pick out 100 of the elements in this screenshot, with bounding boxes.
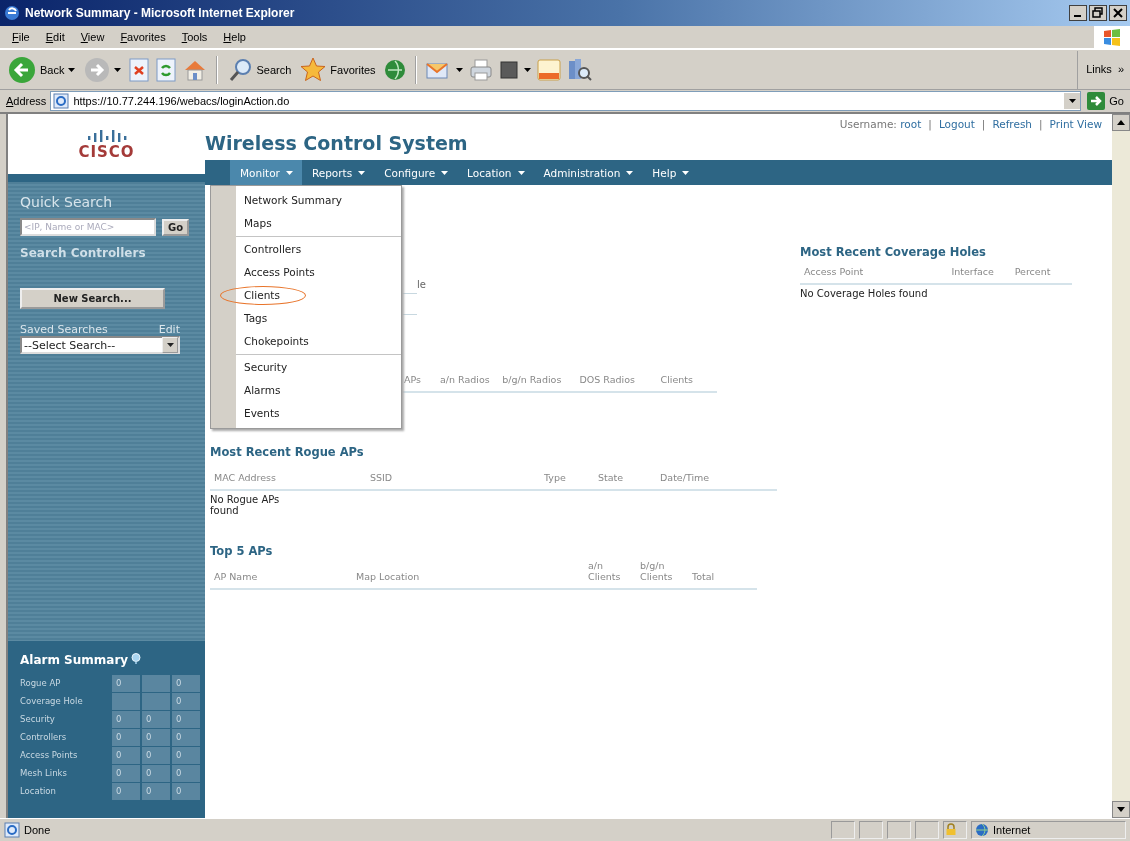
chevron-button[interactable]: » [1117,62,1124,75]
info-icon[interactable] [131,653,142,664]
menu-item[interactable]: View [72,31,113,43]
section-title: Most Recent Coverage Holes [800,245,987,259]
column-header: AP Name [213,571,259,582]
scrollbar[interactable] [1112,114,1130,818]
caret-icon [358,170,366,175]
empty-message: No Rogue APs found [210,494,281,516]
favorites-button[interactable]: Favorites [298,56,378,83]
restore-button[interactable] [1089,5,1107,21]
menu-item[interactable]: Alarms [211,379,401,402]
saved-searches-label: Saved Searches [20,323,108,336]
window-title: Network Summary - Microsoft Internet Explorer [25,6,296,20]
caret-icon [517,170,525,175]
alarm-label: Rogue AP [20,677,62,690]
column-header: b/g/n Clients [639,560,674,582]
menu-item[interactable]: Security [211,356,401,379]
menu-item[interactable]: Controllers [211,238,401,261]
nav-tab[interactable]: Administration [533,160,643,185]
menu-item[interactable]: Access Points [211,261,401,284]
header-link[interactable]: Refresh [992,118,1033,160]
menu-item[interactable]: Tools [173,31,216,43]
refresh-icon[interactable] [155,57,178,82]
column-header: APs [403,374,422,385]
address-field[interactable]: https://10.77.244.196/webacs/loginAction.do [50,91,1082,111]
status-pane [887,821,911,839]
alarm-label: Access Points [20,749,79,762]
separator: | [981,118,986,133]
dropdown-arrow-icon[interactable] [1068,99,1076,103]
header-link[interactable]: Logout [938,118,975,160]
caret-icon[interactable] [68,67,76,72]
new-search-button[interactable]: New Search... [20,288,165,309]
search-field[interactable]: <IP, Name or MAC> [20,218,156,236]
stop-icon[interactable] [128,57,151,82]
caret-icon[interactable] [523,67,531,72]
zone-label: Internet [993,824,1031,836]
document-icon[interactable] [498,58,519,81]
column-header: Map Location [355,571,421,582]
address-label: Address [6,95,47,107]
alarm-count-cell[interactable] [142,693,170,710]
menu-item[interactable]: Maps [211,212,401,235]
caret-icon[interactable] [455,67,463,72]
menu-item[interactable]: Chokepoints [211,330,401,353]
menu-item[interactable]: Tags [211,307,401,330]
media-globe-icon[interactable] [382,57,407,82]
alarm-label: Controllers [20,731,68,744]
logo-text: CISCO [78,142,135,161]
go-arrow-icon [1087,92,1106,110]
menu-item[interactable]: Favorites [112,31,174,43]
nav-tab[interactable]: Configure [374,160,458,185]
caret-icon [441,170,449,175]
header-link[interactable]: Print View [1049,118,1102,160]
links-button[interactable]: Links [1086,62,1112,75]
search-controllers-link[interactable]: Search Controllers [20,246,195,260]
alarm-count-cell[interactable] [112,693,140,710]
alarm-label: Security [20,713,56,726]
column-header: MAC Address [213,472,277,483]
column-header: DOS Radios [578,374,637,385]
column-header: b/g/n Radios [501,374,563,385]
minimize-button[interactable] [1069,5,1087,21]
alarm-count-cell[interactable] [142,675,170,692]
menu-item[interactable]: Clients [211,284,401,307]
search-button[interactable]: Search [226,56,294,83]
separator: | [928,118,932,133]
go-button[interactable]: Go [162,218,190,236]
menu-item[interactable]: File [4,31,38,43]
username-link[interactable]: root [900,118,922,130]
saved-search-dropdown[interactable]: --Select Search-- [20,336,180,354]
nav-tab[interactable]: Help [642,160,699,185]
menu-item[interactable]: Help [215,31,254,43]
section-title: Top 5 APs [210,544,274,558]
status-text: Done [24,824,51,836]
column-header: Percent [1013,266,1052,277]
menu-item[interactable]: Network Summary [211,189,401,212]
lock-icon [944,822,958,836]
windows-flag-icon [1102,28,1122,46]
username-label: Username: root [839,118,922,132]
column-header: a/n Radios [438,374,491,385]
caret-icon [682,170,690,175]
status-pane [859,821,883,839]
go-button[interactable]: Go [1085,92,1126,110]
column-header: Interface [950,266,995,277]
globe-icon [975,823,989,837]
menu-item[interactable]: Edit [37,31,73,43]
dropdown-arrow-icon [166,343,174,347]
nav-tab[interactable]: Monitor [230,160,302,185]
caret-icon[interactable] [114,67,122,72]
nav-tab[interactable]: Reports [301,160,375,185]
alarm-label: Coverage Hole [20,695,84,708]
alarm-summary-title: Alarm Summary [20,653,129,667]
page-icon [53,93,70,109]
nav-tab[interactable]: Location [457,160,534,185]
column-header: a/n Clients [587,560,622,582]
back-button[interactable]: Back [6,55,78,84]
column-header: Clients [659,374,695,385]
close-button[interactable] [1109,5,1127,21]
menu-item[interactable]: Events [211,402,401,425]
research-icon[interactable] [566,56,593,83]
status-pane [831,821,855,839]
caret-icon [626,170,634,175]
